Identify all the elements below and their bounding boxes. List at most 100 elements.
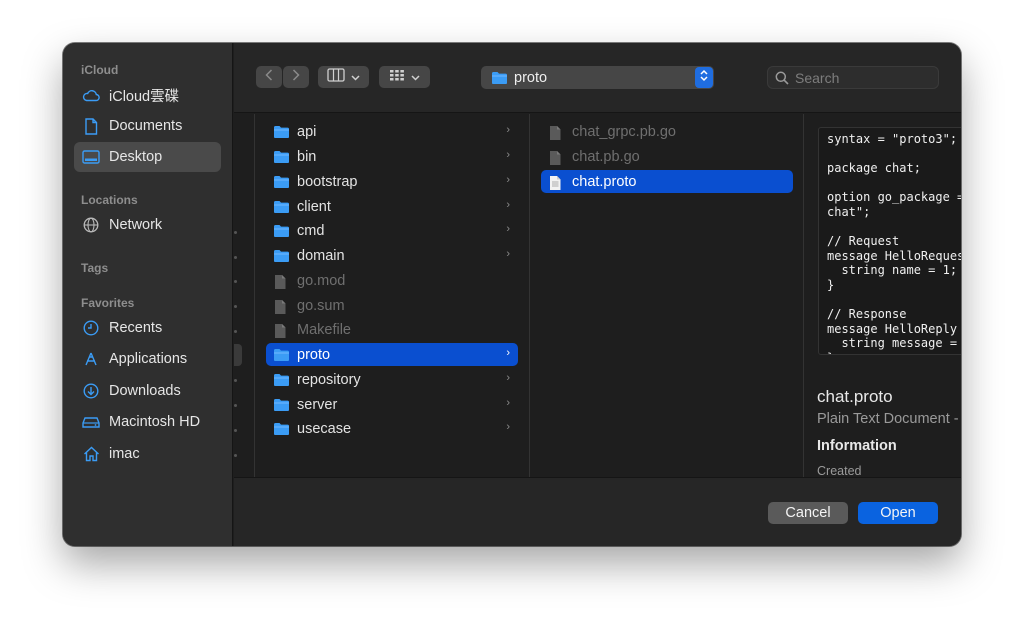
list-item-folder-selected[interactable]: proto ›	[266, 343, 518, 366]
chevron-right-icon: ›	[506, 372, 510, 384]
view-mode-button[interactable]	[318, 66, 369, 88]
code-line: }	[827, 277, 835, 292]
group-by-button[interactable]	[379, 66, 430, 88]
download-icon	[82, 382, 100, 400]
forward-button[interactable]	[283, 66, 309, 88]
item-name: client	[297, 198, 331, 215]
chevron-right-icon: ›	[506, 174, 510, 186]
folder-icon	[273, 200, 290, 214]
list-item-file[interactable]: Makefile	[266, 318, 518, 341]
list-item-file-selected[interactable]: chat.proto	[541, 170, 793, 193]
item-name: usecase	[297, 420, 352, 437]
folder-icon	[273, 150, 290, 164]
list-item-folder[interactable]: usecase ›	[266, 417, 518, 440]
chevron-left-icon	[265, 68, 273, 86]
list-item-file[interactable]: chat_grpc.pb.go	[541, 120, 793, 143]
column-marker	[234, 256, 237, 259]
item-name: bin	[297, 148, 317, 165]
code-line: // Request	[827, 234, 900, 249]
folder-icon	[491, 71, 508, 85]
search-icon	[775, 71, 789, 85]
sidebar-item-label: imac	[109, 446, 140, 462]
code-line: // Response	[827, 307, 907, 322]
chevron-right-icon: ›	[506, 199, 510, 211]
column-marker	[234, 231, 237, 234]
sidebar-item-label: Recents	[109, 320, 163, 336]
globe-icon	[82, 216, 100, 234]
list-item-folder[interactable]: bootstrap ›	[266, 170, 518, 193]
search-input[interactable]	[795, 69, 935, 86]
code-line: chat";	[827, 204, 871, 219]
list-item-folder[interactable]: repository ›	[266, 368, 518, 391]
back-button[interactable]	[256, 66, 282, 88]
sidebar-item-icloud-drive[interactable]: iCloud雲碟	[74, 80, 221, 110]
file-icon	[273, 323, 290, 338]
item-name: go.mod	[297, 272, 346, 289]
sidebar-item-downloads[interactable]: Downloads	[74, 376, 221, 406]
item-name: server	[297, 396, 338, 413]
code-line: option go_package =	[827, 190, 961, 205]
clock-icon	[82, 319, 100, 337]
sidebar-item-network[interactable]: Network	[74, 210, 221, 240]
folder-icon	[273, 125, 290, 139]
column-marker	[234, 305, 237, 308]
list-item-folder[interactable]: client ›	[266, 195, 518, 218]
sidebar-item-label: iCloud雲碟	[109, 88, 180, 105]
column-browser: api › bin › bootstrap › client › cmd › d…	[234, 114, 961, 478]
file-icon	[273, 274, 290, 289]
sidebar-item-imac[interactable]: imac	[74, 439, 221, 469]
cancel-button[interactable]: Cancel	[768, 502, 848, 524]
code-line: string name = 1;	[827, 263, 958, 278]
open-button[interactable]: Open	[858, 502, 938, 524]
code-line: message HelloReply	[827, 321, 958, 336]
column-marker	[234, 454, 237, 457]
preview-filename: chat.proto	[817, 387, 893, 406]
item-name: api	[297, 123, 317, 140]
sidebar-item-macintosh-hd[interactable]: Macintosh HD	[74, 407, 221, 437]
sidebar: iCloud iCloud雲碟 Documents Desktop Locati…	[63, 43, 233, 546]
sidebar-item-documents[interactable]: Documents	[74, 111, 221, 141]
chevron-right-icon: ›	[506, 421, 510, 433]
previous-column-strip[interactable]	[234, 114, 255, 477]
text-document-icon	[548, 175, 565, 190]
sidebar-item-applications[interactable]: Applications	[74, 344, 221, 374]
folder-icon	[273, 373, 290, 387]
list-item-file[interactable]: go.sum	[266, 294, 518, 317]
item-name: domain	[297, 247, 345, 264]
list-item-file[interactable]: go.mod	[266, 269, 518, 292]
folder-icon	[273, 175, 290, 189]
sidebar-item-desktop[interactable]: Desktop	[74, 142, 221, 172]
list-item-folder[interactable]: cmd ›	[266, 219, 518, 242]
popup-stepper	[695, 67, 713, 88]
search-field[interactable]	[767, 66, 939, 89]
list-item-file[interactable]: chat.pb.go	[541, 145, 793, 168]
sidebar-heading-locations: Locations	[81, 193, 138, 207]
location-popup[interactable]: proto	[481, 66, 714, 89]
hard-drive-icon	[82, 413, 100, 431]
code-line: }	[827, 351, 961, 354]
column-marker	[234, 379, 237, 382]
item-name: chat_grpc.pb.go	[572, 123, 676, 140]
item-name: chat.pb.go	[572, 148, 640, 165]
code-line: syntax = "proto3";	[827, 132, 958, 146]
file-icon	[548, 125, 565, 140]
columns-view-icon	[327, 67, 345, 87]
list-item-folder[interactable]: domain ›	[266, 244, 518, 267]
list-item-folder[interactable]: api ›	[266, 120, 518, 143]
column-marker	[234, 404, 237, 407]
file-icon	[273, 299, 290, 314]
sidebar-heading-tags: Tags	[81, 261, 109, 275]
sidebar-item-recents[interactable]: Recents	[74, 313, 221, 343]
grid-icon	[389, 68, 405, 86]
list-item-folder[interactable]: bin ›	[266, 145, 518, 168]
list-item-folder[interactable]: server ›	[266, 393, 518, 416]
column-project: api › bin › bootstrap › client › cmd › d…	[256, 114, 530, 477]
preview-kind: Plain Text Document -	[817, 411, 959, 427]
column-resize-handle[interactable]	[234, 344, 242, 366]
preview-pane: syntax = "proto3"; package chat; option …	[805, 114, 961, 478]
home-icon	[82, 445, 100, 463]
column-proto: chat_grpc.pb.go chat.pb.go chat.proto	[531, 114, 804, 477]
cloud-icon	[82, 86, 100, 104]
